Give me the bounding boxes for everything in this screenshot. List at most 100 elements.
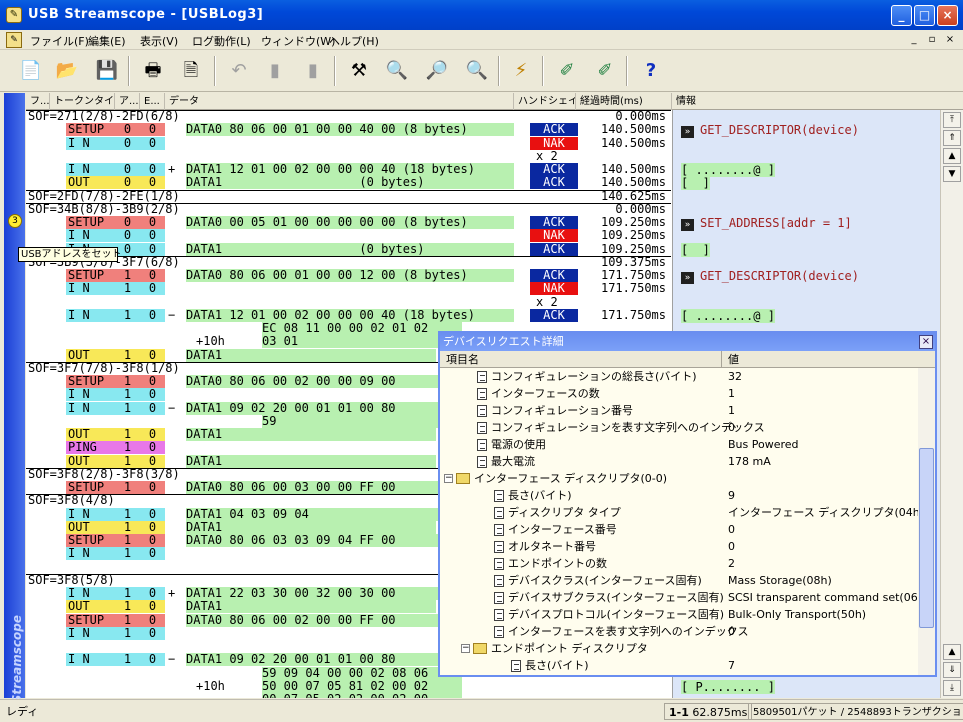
table-row[interactable]: I N 0 0 + DATA1 12 01 00 02 00 00 00 40 (18 … (26, 163, 672, 176)
tree-item[interactable]: デバイスサブクラス(インターフェース固有) SCSI transparent co… (440, 589, 918, 606)
bookmark-marker[interactable]: 3 (8, 214, 22, 228)
table-row[interactable]: I N 1 0 NAK 171.750ms (26, 282, 672, 296)
table-row[interactable]: x 2 (26, 149, 672, 163)
table-row[interactable]: x 2 (26, 295, 672, 309)
sof-row[interactable]: SOF=2FD(7/8)-2FE(1/8) 140.625ms (26, 189, 672, 203)
token-type: SETUP (66, 481, 115, 494)
dialog-col-name[interactable]: 項目名 (440, 351, 722, 368)
tree-item[interactable]: 長さ(バイト) 7 (440, 657, 918, 674)
col-ep[interactable]: E... (140, 93, 165, 110)
mdi-close-button[interactable]: × (942, 33, 958, 47)
address: 0 (115, 176, 140, 190)
scroll-bottom-icon[interactable]: ⤓ (943, 680, 961, 696)
menu-help[interactable]: ヘルプ(H) (329, 33, 379, 49)
maximize-button[interactable]: □ (914, 5, 935, 26)
dialog-title[interactable]: デバイスリクエスト詳細 (440, 333, 935, 351)
tree-item[interactable]: インターフェースの数 1 (440, 385, 918, 402)
tree-item[interactable]: インターフェースを表す文字列へのインデックス 0 (440, 623, 918, 640)
mdi-restore-button[interactable]: ▫ (924, 33, 940, 47)
menu-view[interactable]: 表示(V) (140, 33, 178, 49)
tree-item[interactable]: コンフィギュレーションの総長さ(バイト) 32 (440, 368, 918, 385)
table-row[interactable]: SETUP 1 0 DATA0 80 06 00 01 00 00 12 00 (8 … (26, 269, 672, 282)
expand-toggle[interactable]: + (168, 587, 180, 600)
expand-toggle[interactable]: − (168, 401, 180, 415)
expand-toggle[interactable]: − (168, 308, 180, 322)
tree-folder-node[interactable]: − エンドポイント ディスクリプタ (440, 640, 918, 657)
new-icon[interactable]: 📄 (16, 56, 46, 86)
col-elapsed[interactable]: 経過時間(ms) (576, 93, 672, 110)
handshake-badge: NAK (530, 229, 578, 243)
col-addr[interactable]: ア... (115, 93, 140, 110)
tree-item[interactable]: ディスクリプタ タイプ インターフェース ディスクリプタ(04h) (440, 504, 918, 521)
paste-icon[interactable]: ▮ (298, 56, 328, 86)
dialog-close-icon[interactable]: × (919, 335, 933, 349)
tree-item[interactable]: エンドポイントの数 2 (440, 555, 918, 572)
mdi-minimize-button[interactable]: _ (906, 33, 922, 47)
tree-item[interactable]: 最大電流 178 mA (440, 453, 918, 470)
col-info[interactable]: 情報 (672, 93, 963, 110)
col-data[interactable]: データ (165, 93, 514, 110)
table-row[interactable]: I N 0 0 NAK 109.250ms (26, 229, 672, 243)
preview-icon[interactable]: 🗎 (176, 56, 206, 86)
title-bar[interactable]: ✎ USB Streamscope - [USBLog3] _ □ × (0, 0, 963, 30)
table-row[interactable]: I N 1 0− DATA1 12 01 00 02 00 00 00 40 (18 … (26, 308, 672, 322)
close-button[interactable]: × (937, 5, 958, 26)
scroll-top-icon[interactable]: ⤒ (943, 112, 961, 128)
tree-folder-node[interactable]: − インターフェース ディスクリプタ(0-0) (440, 470, 918, 487)
vertical-scrollbar[interactable]: ⤒ ⇑ ▲ ▼ ▲ ⇓ ⤓ (940, 110, 963, 698)
zoom-in-icon[interactable]: 🔎 (422, 56, 452, 86)
dialog-scrollbar[interactable] (918, 368, 935, 675)
tree-item[interactable]: コンフィギュレーション番号 1 (440, 402, 918, 419)
scroll-up-icon[interactable]: ▲ (943, 148, 961, 164)
minimize-button[interactable]: _ (891, 5, 912, 26)
table-row[interactable]: SETUP 0 0 DATA0 80 06 00 01 00 00 40 00 (8 … (26, 123, 672, 137)
dialog-scroll-thumb[interactable] (919, 448, 934, 628)
mark-icon[interactable]: ✐ (552, 56, 582, 86)
scroll-pageup-icon[interactable]: ⇑ (943, 130, 961, 146)
collapse-icon[interactable]: − (461, 644, 470, 653)
sof-row[interactable]: SOF=271(2/8)-2FD(6/8) 0.000ms (26, 110, 672, 123)
tree-item[interactable]: オルタネート番号 0 (440, 538, 918, 555)
copy-icon[interactable]: ▮ (260, 56, 290, 86)
zoom-out-icon[interactable]: 🔍 (462, 56, 492, 86)
table-row[interactable]: I N00DATA1 (0 bytes)ACK109.250ms (26, 242, 672, 256)
scroll-up2-icon[interactable]: ▲ (943, 644, 961, 660)
expand-toggle[interactable]: + (168, 163, 180, 176)
col-handshake[interactable]: ハンドシェイク (514, 93, 576, 110)
menu-window[interactable]: ウィンドウ(W) (261, 33, 335, 49)
print-icon[interactable]: 🖶 (138, 56, 168, 86)
save-icon[interactable]: 💾 (92, 56, 122, 86)
table-row[interactable]: I N 0 0 NAK 140.500ms (26, 136, 672, 150)
doc-icon[interactable]: ✎ (6, 32, 22, 48)
tree-item[interactable]: 電源の使用 Bus Powered (440, 436, 918, 453)
sof-row[interactable]: SOF=3B9(3/8)-3F7(6/8)109.375ms (26, 255, 672, 269)
sof-row[interactable]: SOF=34B(8/8)-3B9(2/8) 0.000ms (26, 202, 672, 216)
tree-item[interactable]: インターフェース番号 0 (440, 521, 918, 538)
scroll-down-icon[interactable]: ▼ (943, 166, 961, 182)
col-frame[interactable]: フ... (26, 93, 50, 110)
menu-file[interactable]: ファイル(F) (30, 33, 89, 49)
undo-icon[interactable]: ↶ (224, 56, 254, 86)
filter-icon[interactable]: ⚡ (506, 56, 536, 86)
help-icon[interactable]: ? (636, 56, 666, 86)
menu-log[interactable]: ログ動作(L) (192, 33, 251, 49)
find-icon[interactable]: 🔍 (382, 56, 412, 86)
open-icon[interactable]: 📂 (52, 56, 82, 86)
tree-item[interactable]: デバイスクラス(インターフェース固有) Mass Storage(08h) (440, 572, 918, 589)
table-row[interactable]: SETUP 0 0 DATA0 00 05 01 00 00 00 00 00 (8 … (26, 216, 672, 229)
dialog-col-value[interactable]: 値 (722, 351, 739, 368)
col-token[interactable]: トークンタイプ (50, 93, 115, 110)
tree-item[interactable]: 長さ(バイト) 9 (440, 487, 918, 504)
collapse-icon[interactable]: − (444, 474, 453, 483)
table-row[interactable]: 00 07 05 02 02 00 02 00 (26, 693, 672, 698)
menu-edit[interactable]: 編集(E) (88, 33, 126, 49)
tree-item[interactable]: コンフィギュレーションを表す文字列へのインデックス 0 (440, 419, 918, 436)
table-row[interactable]: +10h 50 00 07 05 81 02 00 02 (26, 679, 672, 693)
scroll-pagedown-icon[interactable]: ⇓ (943, 662, 961, 678)
settings-icon[interactable]: ⚒ (344, 56, 374, 86)
table-row[interactable]: OUT 0 0 DATA1 (0 bytes) ACK 140.500ms (26, 176, 672, 190)
document-icon (477, 422, 487, 434)
expand-toggle[interactable]: − (168, 653, 180, 666)
tree-item[interactable]: デバイスプロトコル(インターフェース固有) Bulk-Only Transport… (440, 606, 918, 623)
unmark-icon[interactable]: ✐ (590, 56, 620, 86)
